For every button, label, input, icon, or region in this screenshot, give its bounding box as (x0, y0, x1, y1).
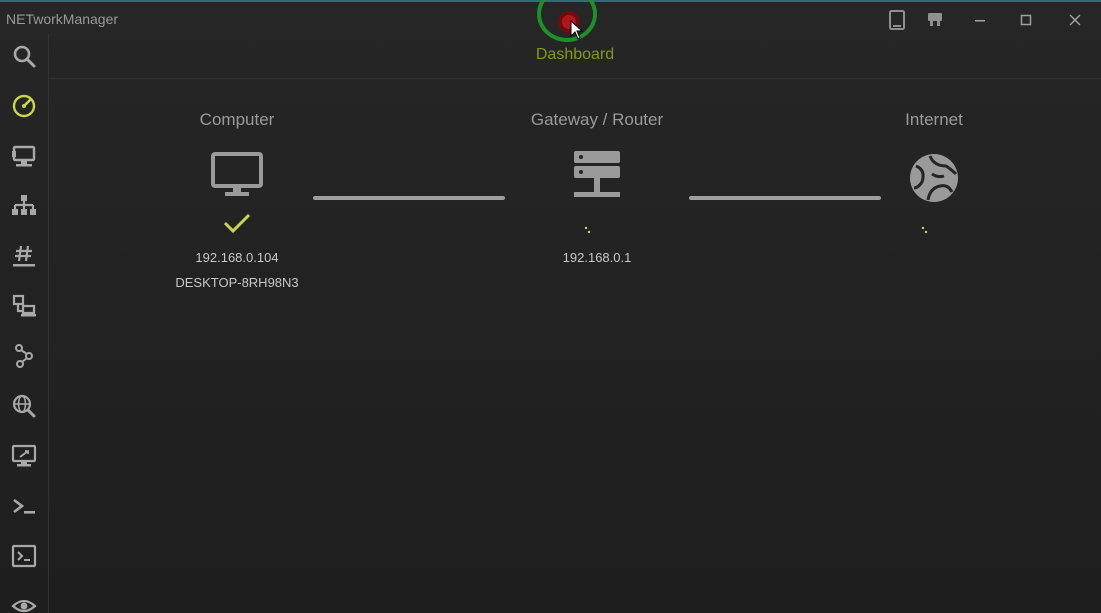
sidebar-nav (0, 34, 49, 613)
network-settings-icon[interactable] (921, 7, 949, 33)
app-title: NETworkManager (6, 11, 119, 27)
search-icon (13, 45, 36, 68)
gateway-loading-spinner (584, 226, 591, 234)
network-interface-icon (12, 145, 36, 167)
close-button[interactable] (1055, 7, 1095, 33)
globe-icon (910, 154, 958, 202)
nav-item-subnet[interactable] (0, 234, 48, 278)
gateway-ip: 192.168.0.1 (562, 250, 632, 265)
dns-lookup-icon (12, 394, 36, 418)
nav-item-remote-desktop[interactable] (0, 434, 48, 478)
nav-item-eye[interactable] (0, 584, 48, 613)
nav-item-traceroute[interactable] (0, 334, 48, 378)
router-server-icon (574, 151, 620, 197)
close-icon (1069, 14, 1081, 26)
nav-item-putty[interactable] (0, 534, 48, 578)
maximize-button[interactable] (1006, 7, 1046, 33)
putty-terminal-icon (11, 544, 37, 568)
ip-scanner-icon (12, 195, 36, 215)
gateway-label: Gateway / Router (530, 110, 664, 129)
minimize-icon (975, 20, 985, 22)
page-title: Dashboard (535, 46, 615, 63)
nav-item-search[interactable] (0, 34, 48, 78)
nav-item-powershell[interactable] (0, 484, 48, 528)
computer-ip: 192.168.0.104 (195, 250, 279, 265)
tablet-icon[interactable] (883, 7, 911, 33)
nav-item-ip-scanner[interactable] (0, 184, 48, 228)
nav-item-dns-lookup[interactable] (0, 384, 48, 428)
title-bar: NETworkManager (0, 2, 1101, 36)
subnet-hash-icon (13, 245, 35, 267)
port-scanner-icon (12, 294, 36, 317)
nav-item-network-interface[interactable] (0, 134, 48, 178)
powershell-icon (13, 498, 35, 514)
view-header: Dashboard (49, 34, 1101, 79)
computer-monitor-icon (211, 152, 263, 196)
remote-desktop-icon (11, 444, 37, 467)
gateway-internet-link (689, 196, 881, 200)
checkmark-icon (223, 213, 251, 234)
mouse-cursor-icon (570, 20, 584, 40)
nav-item-port-scanner[interactable] (0, 284, 48, 328)
internet-label: Internet (905, 110, 963, 129)
dashboard-gauge-icon (12, 94, 36, 118)
traceroute-icon (15, 344, 33, 368)
eye-icon (11, 599, 37, 613)
nav-item-dashboard[interactable] (0, 84, 48, 128)
maximize-icon (1020, 14, 1032, 26)
minimize-button[interactable] (960, 7, 1000, 33)
computer-gateway-link (313, 196, 505, 200)
internet-loading-spinner (921, 226, 928, 234)
computer-label: Computer (199, 110, 275, 129)
app-window: NETworkManager Dashboard Computer 192.16… (0, 0, 1101, 613)
computer-hostname: DESKTOP-8RH98N3 (175, 275, 299, 290)
